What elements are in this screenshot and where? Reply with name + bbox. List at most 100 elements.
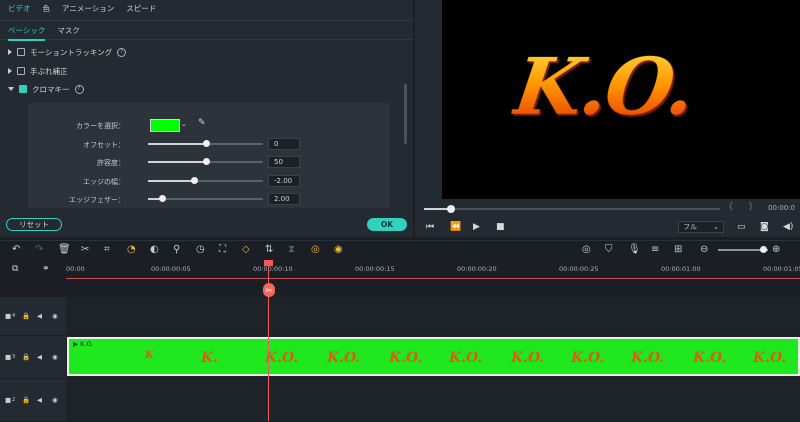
mark-in-icon[interactable]: { [728,202,734,212]
snap-icon[interactable]: ⊞ [674,244,682,256]
zoom-slider[interactable] [718,246,768,253]
crop-icon[interactable]: ⌗ [104,244,110,256]
step-back-icon[interactable]: ⏪ [450,222,461,232]
volume-icon[interactable]: ◀ [37,312,42,320]
clip-thumbnail: K. [201,350,219,366]
collapse-icon[interactable] [8,87,14,91]
volume-icon[interactable]: ◀) [783,222,793,232]
clip-thumbnail: K.O. [389,350,423,366]
edge-feather-value[interactable]: 2.00 [268,193,300,205]
slider-knob[interactable] [203,158,210,165]
keyframe-icon[interactable]: ◇ [242,244,250,256]
offset-value[interactable]: 0 [268,138,300,150]
volume-icon[interactable]: ◀ [37,396,42,404]
snapshot-icon[interactable]: ◙ [760,222,769,232]
delete-icon[interactable]: 🗑 [58,244,71,256]
zoom-out-icon[interactable]: ⊖ [700,244,708,256]
cut-icon[interactable]: ✂ [81,244,89,256]
checkbox[interactable] [17,48,25,56]
render-icon[interactable]: ◎ [582,244,591,256]
help-icon[interactable]: ? [117,47,127,57]
ok-button[interactable]: OK [367,218,407,231]
undo-icon[interactable]: ↶ [12,244,20,256]
chevron-down-icon[interactable]: ⌄ [181,120,187,128]
timer-icon[interactable]: ◷ [196,244,205,256]
sub-tabs: ベーシック マスク [0,20,413,41]
tab-video[interactable]: ビデオ [8,3,31,14]
color-swatch[interactable] [150,119,180,132]
ruler-tick: 00:00:00:10 [253,265,293,273]
checkbox[interactable] [17,67,25,75]
mark-out-icon[interactable]: } [748,202,754,212]
play-icon[interactable]: ▶ [473,222,480,232]
link-icon[interactable]: ⚭ [42,264,50,274]
tab-color[interactable]: 色 [43,3,51,14]
tab-mask[interactable]: マスク [57,25,80,36]
speed-icon[interactable]: ◔ [127,244,136,256]
zoom-in-icon[interactable]: ⊕ [772,244,780,256]
zoom-knob[interactable] [760,246,767,253]
stabilize-icon[interactable]: ⚲ [173,244,180,256]
prev-frame-icon[interactable]: ⏮ [426,222,434,232]
quality-select[interactable]: フル ⌄ [678,221,724,233]
tolerance-slider[interactable] [148,158,263,165]
tab-speed[interactable]: スピード [126,3,156,14]
tab-basic[interactable]: ベーシック [8,25,46,41]
track-4-body[interactable] [66,297,800,335]
add-track-icon[interactable]: ⧉ [12,264,18,274]
preview-progress-bar[interactable] [424,205,720,213]
lock-icon[interactable]: 🔒 [22,396,30,404]
color-icon[interactable]: ◐ [150,244,159,256]
display-icon[interactable]: ▭ [737,222,746,232]
stop-icon[interactable]: ■ [496,222,505,232]
track-2-body[interactable] [66,379,800,421]
split-audio-icon[interactable]: ⧗ [288,244,295,256]
checkbox[interactable] [19,85,27,93]
video-clip[interactable]: ▶ K.O. K K. K.O. K.O. K.O. K.O. K.O. K.O… [67,337,800,376]
section-label: 手ぶれ補正 [30,66,68,76]
edge-width-slider[interactable] [148,177,263,184]
clip-thumbnail: K.O. [753,350,787,366]
edge-feather-slider[interactable] [148,195,263,202]
tolerance-label: 許容度： [97,159,125,167]
lock-icon[interactable]: 🔒 [22,353,30,361]
slider-knob[interactable] [203,140,210,147]
timeline-ruler[interactable]: 00:00 00:00:00:05 00:00:00:10 00:00:00:1… [66,260,800,279]
tab-animation[interactable]: アニメーション [62,3,114,14]
clip-thumbnail: K.O. [631,350,665,366]
expand-icon[interactable] [8,49,12,55]
redo-icon[interactable]: ↷ [35,244,43,256]
volume-icon[interactable]: ◀ [37,353,42,361]
mic-icon[interactable]: 🎙 [628,244,641,256]
section-chroma-key[interactable]: クロマキー ? [8,82,84,96]
ruler-tick: 00:00 [66,265,85,273]
adjust-icon[interactable]: ⇅ [265,244,273,256]
fullscreen-icon[interactable]: ⛶ [219,244,226,256]
lock-icon[interactable]: 🔒 [22,312,30,320]
offset-label: オフセット： [83,141,125,149]
edge-width-value[interactable]: -2.00 [268,175,300,187]
video-track-icon: ■ [5,396,12,404]
scissors-icon[interactable]: ✂ [263,283,275,297]
eye-icon[interactable]: ◉ [52,353,58,361]
section-stabilization[interactable]: 手ぶれ補正 [8,64,68,78]
progress-knob[interactable] [447,205,455,213]
eye-icon[interactable]: ◉ [52,312,58,320]
ai-icon[interactable]: ◎ [311,244,320,256]
track-header-2: ■ 2 🔒 ◀ ◉ [0,379,66,422]
help-icon[interactable]: ? [74,84,84,94]
motion-icon[interactable]: ◉ [334,244,343,256]
slider-knob[interactable] [191,177,198,184]
marker-icon[interactable]: ⛉ [605,244,613,256]
clip-thumbnail: K.O. [449,350,483,366]
audio-mix-icon[interactable]: ≡ [651,244,659,256]
expand-icon[interactable] [8,68,12,74]
slider-knob[interactable] [159,195,166,202]
reset-button[interactable]: リセット [6,218,62,231]
tolerance-value[interactable]: 50 [268,156,300,168]
eyedropper-icon[interactable]: ✎ [198,118,206,128]
section-motion-tracking[interactable]: モーショントラッキング ? [8,45,127,59]
eye-icon[interactable]: ◉ [52,396,58,404]
offset-slider[interactable] [148,140,263,147]
scrollbar[interactable] [404,84,407,144]
